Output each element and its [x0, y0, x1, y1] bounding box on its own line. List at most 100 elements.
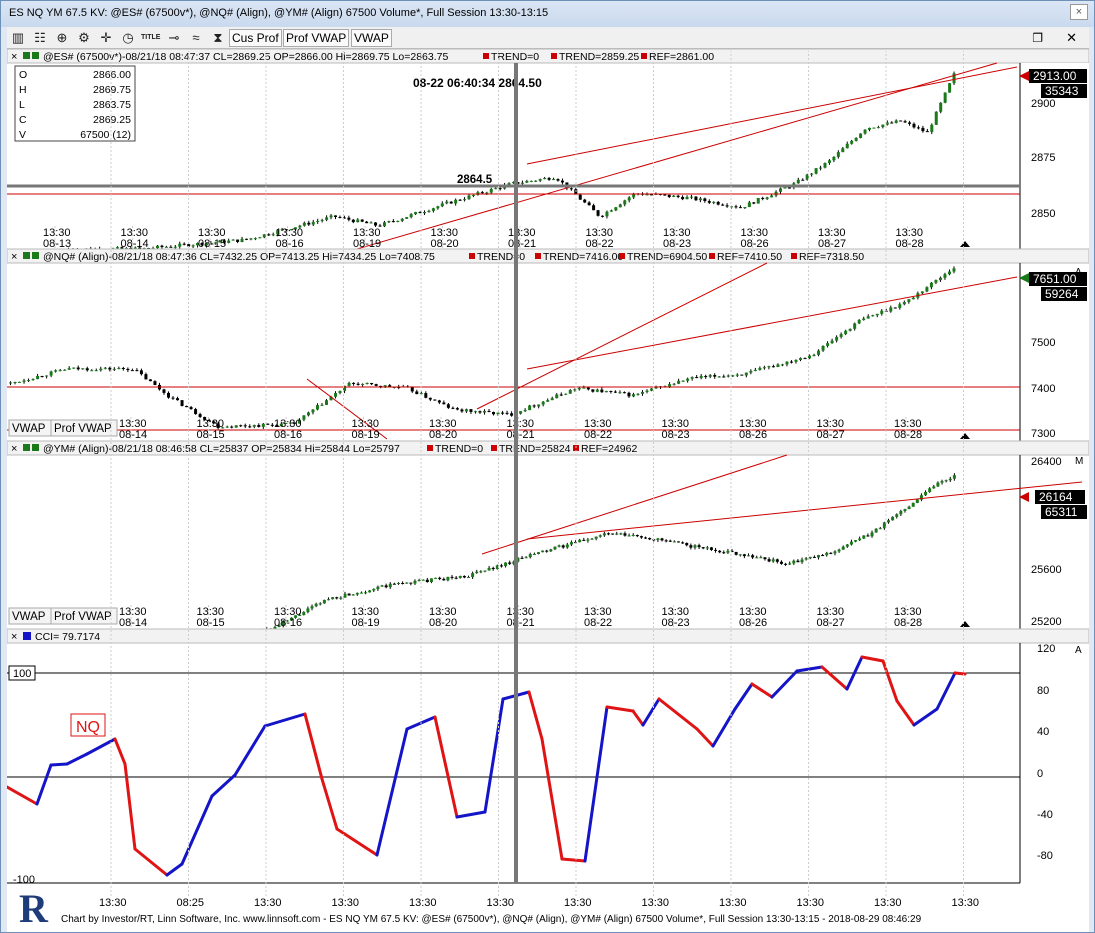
crosshair-price-label: 2864.5	[457, 174, 493, 186]
date-label: 08-28	[894, 429, 922, 441]
gear-icon[interactable]: ⚙	[75, 29, 93, 47]
candle-body	[932, 486, 936, 489]
line-tool-icon[interactable]: ⊸	[165, 29, 183, 47]
time-label: 13:30	[642, 897, 670, 909]
ym-close-icon[interactable]: ×	[11, 443, 17, 455]
bar-chart-icon[interactable]: ▥	[9, 29, 27, 47]
ohlc-value: 2863.75	[93, 99, 131, 111]
footer: R Chart by Investor/RT, Linn Software, I…	[7, 886, 1089, 932]
es-close-icon[interactable]: ×	[11, 51, 17, 63]
ym-corner-label[interactable]: M	[1075, 456, 1083, 467]
cci-corner-label[interactable]: A	[1075, 645, 1082, 656]
chart-close-icon[interactable]: ✕	[1066, 30, 1077, 46]
candle-body	[523, 410, 527, 412]
candle-body	[849, 541, 853, 545]
candle-body	[734, 206, 738, 208]
restore-icon[interactable]: ❐	[1032, 31, 1043, 45]
crosshair-icon[interactable]: ✛	[97, 29, 115, 47]
chart-svg[interactable]: × @ES# (67500v*)-08/21/18 08:47:37 CL=28…	[5, 48, 1090, 911]
candle-body	[631, 394, 635, 397]
ym-scroll-marker[interactable]	[960, 621, 970, 627]
candle-body	[639, 536, 643, 538]
candle-body	[844, 330, 848, 335]
nq-corner-label[interactable]: A	[1075, 267, 1082, 278]
candle-body	[405, 217, 409, 219]
ym-trend-line[interactable]	[526, 481, 1083, 540]
candle-body	[814, 168, 818, 174]
candle-body	[889, 307, 893, 312]
candle-body	[714, 549, 718, 551]
candle-body	[231, 239, 235, 241]
time-label: 13:30	[409, 897, 437, 909]
candle-body	[529, 180, 533, 182]
candle-body	[817, 555, 820, 558]
candle-body	[90, 370, 94, 372]
candle-body	[590, 538, 594, 540]
candle-body	[454, 199, 458, 204]
candle-body	[427, 210, 431, 213]
cci-close-icon[interactable]: ×	[11, 631, 17, 643]
candle-body	[623, 533, 627, 536]
candle-body	[938, 277, 942, 281]
candle-body	[726, 550, 730, 553]
candle-body	[322, 599, 326, 604]
candle-body	[561, 545, 565, 548]
zoom-icon[interactable]: ⊕	[53, 29, 71, 47]
window-close-button[interactable]: ×	[1070, 4, 1088, 20]
vwap-button[interactable]: VWAP	[351, 29, 392, 47]
candle-body	[471, 194, 475, 196]
candle-body	[36, 375, 40, 380]
candle-body	[681, 196, 685, 200]
candle-body	[499, 565, 503, 567]
candle-body	[837, 549, 841, 552]
prof-vwap-button[interactable]: Prof VWAP	[283, 29, 350, 47]
candle-body	[496, 412, 500, 415]
ym-axis-label: 25600	[1031, 564, 1062, 576]
candle-body	[405, 582, 409, 584]
chart-area[interactable]: × @ES# (67500v*)-08/21/18 08:47:37 CL=28…	[5, 48, 1090, 911]
hourglass-icon[interactable]: ⧗	[209, 29, 227, 47]
candle-body	[479, 571, 483, 573]
date-label: 08-16	[274, 429, 302, 441]
candle-body	[721, 204, 725, 206]
candle-body	[94, 370, 98, 372]
es-corner-label[interactable]: M	[1075, 69, 1083, 80]
candle-body	[747, 555, 750, 557]
candle-body	[707, 201, 711, 203]
candle-body	[583, 199, 587, 203]
candle-body	[528, 405, 532, 411]
es-scroll-marker[interactable]	[960, 241, 970, 247]
candle-body	[480, 192, 484, 194]
drawing-tool-icon[interactable]: ≈	[187, 29, 205, 47]
cus-prof-button[interactable]: Cus Prof	[229, 29, 282, 47]
candle-body	[734, 551, 738, 555]
candle-body	[230, 426, 234, 428]
date-label: 08-15	[197, 617, 225, 629]
candle-body	[836, 152, 840, 157]
candle-body	[538, 179, 542, 181]
candle-body	[915, 499, 919, 503]
candle-body	[331, 597, 335, 600]
candle-body	[67, 368, 71, 370]
nq-scroll-marker[interactable]	[960, 433, 970, 439]
candle-body	[799, 358, 802, 360]
clock-icon[interactable]: ◷	[119, 29, 137, 47]
candle-body	[436, 206, 440, 209]
candle-body	[771, 366, 775, 368]
es-trend-line[interactable]	[526, 66, 1018, 165]
nq-trend-line[interactable]	[526, 276, 1018, 370]
es-trend-line[interactable]	[356, 62, 998, 250]
candle-body	[58, 370, 62, 372]
candle-body	[434, 577, 438, 579]
candle-body	[261, 423, 265, 427]
candle-body	[697, 545, 701, 548]
nq-close-icon[interactable]: ×	[11, 251, 17, 263]
date-label: 08-20	[429, 429, 457, 441]
settings-bars-icon[interactable]: ☷	[31, 29, 49, 47]
candle-body	[880, 310, 884, 314]
ym-time-labels: 13:3008-1413:3008-1513:3008-1613:3008-19…	[119, 605, 922, 629]
title-icon[interactable]: TITLE	[141, 29, 160, 47]
ohlc-value: 67500 (12)	[80, 129, 131, 141]
candle-body	[832, 156, 836, 161]
candle-body	[759, 557, 763, 559]
